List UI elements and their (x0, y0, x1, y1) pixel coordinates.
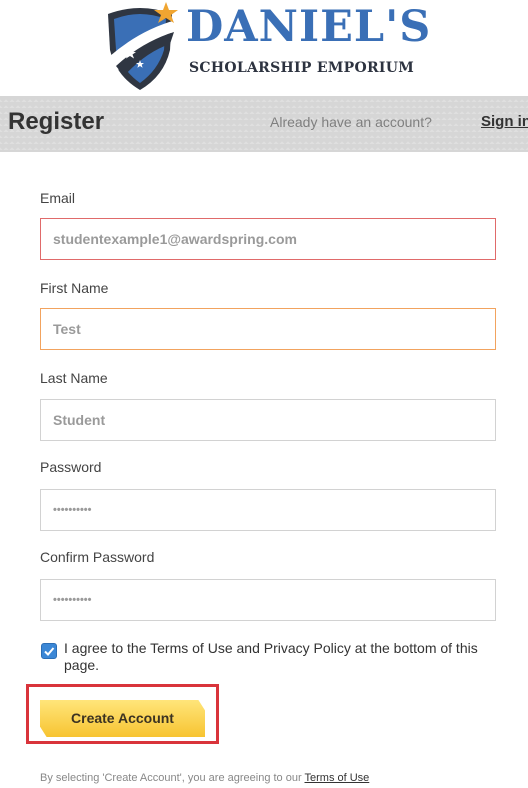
agree-checkbox[interactable] (41, 643, 57, 659)
first-name-value: Test (53, 321, 81, 337)
last-name-field[interactable]: Student (40, 399, 496, 441)
password-label: Password (40, 459, 102, 475)
email-value: studentexample1@awardspring.com (53, 231, 297, 247)
create-account-label: Create Account (71, 710, 174, 726)
check-icon (44, 647, 55, 656)
footer-agreement-note: By selecting 'Create Account', you are a… (40, 773, 369, 784)
last-name-label: Last Name (40, 370, 108, 386)
agree-terms-text: I agree to the Terms of Use and Privacy … (64, 640, 478, 673)
first-name-field[interactable]: Test (40, 308, 496, 350)
site-logo: DANIEL'S SCHOLARSHIP EMPORIUM (0, 0, 528, 96)
footer-note-prefix: By selecting 'Create Account', you are a… (40, 772, 305, 784)
create-account-button[interactable]: Create Account (40, 700, 205, 737)
logo-title: DANIEL'S (186, 2, 432, 52)
email-label: Email (40, 190, 76, 206)
email-field[interactable]: studentexample1@awardspring.com (40, 218, 496, 260)
terms-of-use-link[interactable]: Terms of Use (305, 772, 370, 784)
have-account-text: Already have an account? (270, 114, 432, 130)
confirm-password-label: Confirm Password (40, 549, 155, 565)
sign-in-link[interactable]: Sign in (481, 114, 528, 129)
confirm-password-field[interactable]: •••••••••• (40, 579, 496, 621)
shield-star-logo-icon (108, 2, 178, 90)
register-header-bar: Register Already have an account? Sign i… (0, 96, 528, 152)
password-value: •••••••••• (53, 504, 92, 516)
password-field[interactable]: •••••••••• (40, 489, 496, 531)
first-name-label: First Name (40, 280, 109, 296)
confirm-password-value: •••••••••• (53, 594, 92, 606)
last-name-value: Student (53, 412, 106, 428)
logo-subtitle: SCHOLARSHIP EMPORIUM (189, 60, 415, 76)
page-title: Register (8, 108, 105, 135)
